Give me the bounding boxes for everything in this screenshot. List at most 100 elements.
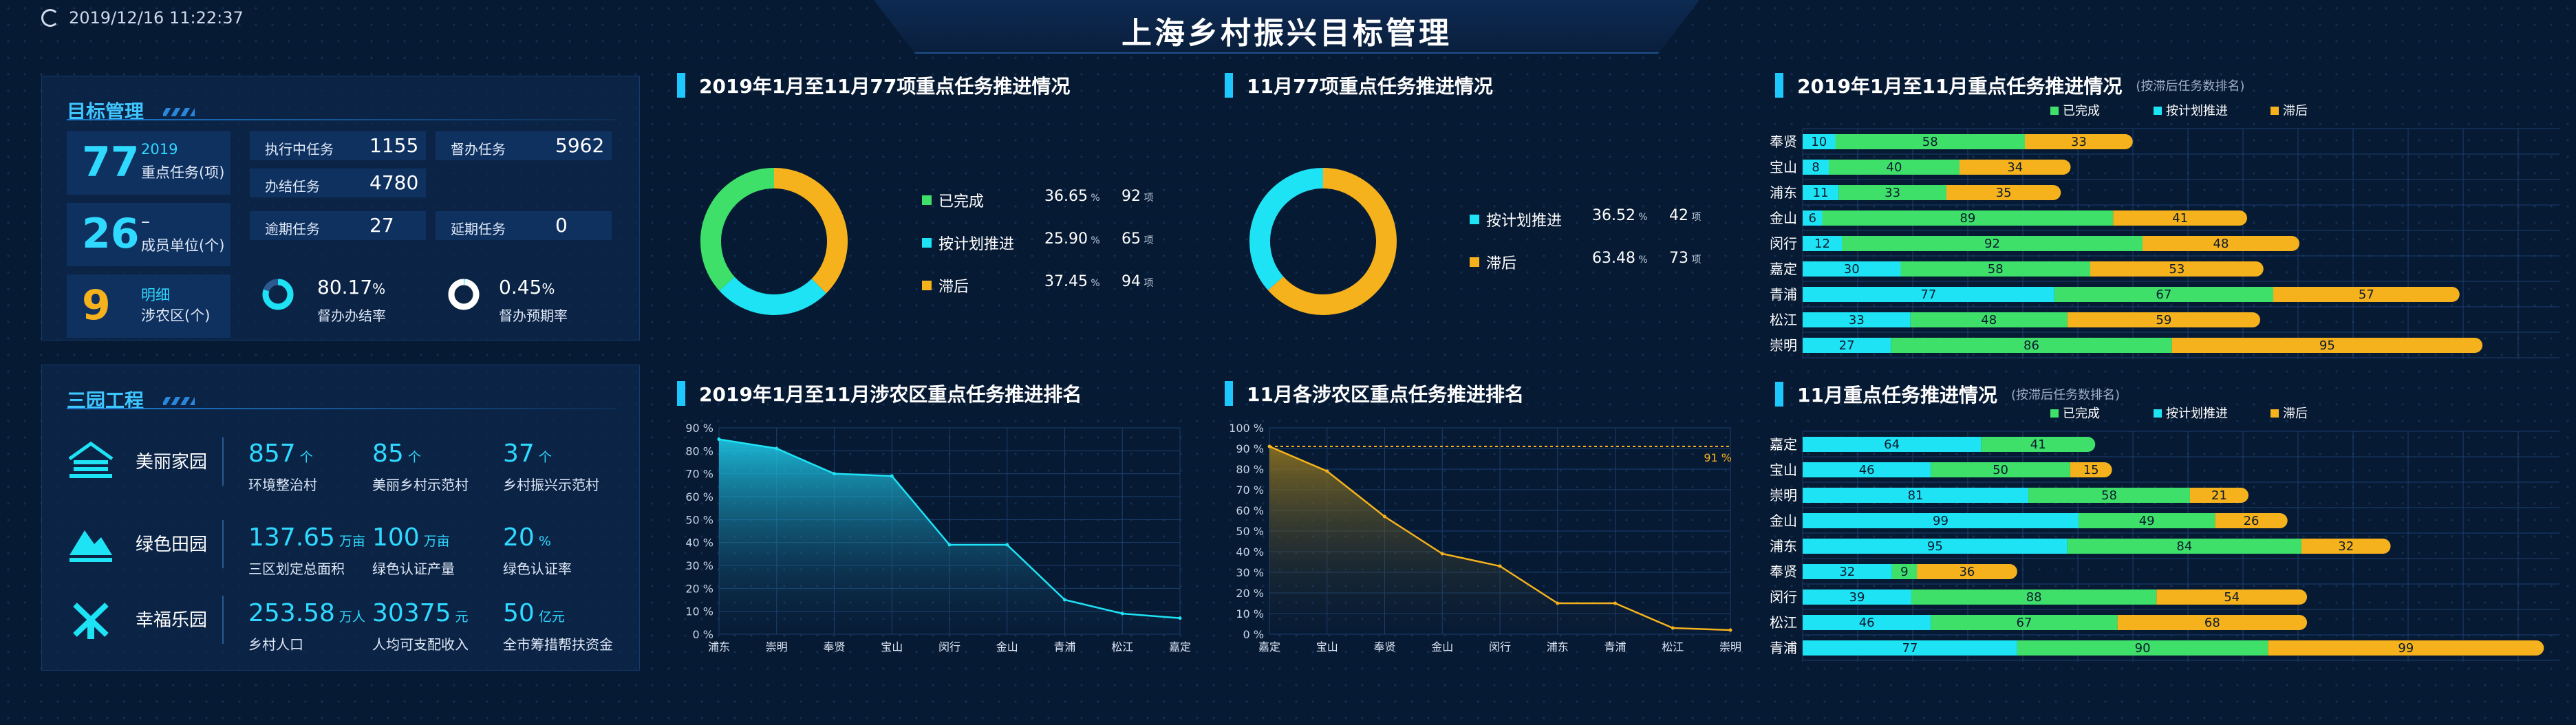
x-tick-label: 闵行: [1489, 640, 1511, 653]
bar-value: 81: [1908, 488, 1924, 503]
donut1-title: 2019年1月至11月77项重点任务推进情况: [677, 72, 1070, 99]
legend-swatch: [2154, 409, 2162, 418]
legend-swatch: [2050, 409, 2059, 418]
tasks-count: 77: [82, 138, 140, 186]
y-tick-label: 50 %: [685, 513, 713, 526]
executing-box: 执行中任务 1155: [250, 131, 426, 160]
y-tick-label: 0 %: [1243, 628, 1264, 641]
metric-value: 137.65 万亩: [248, 523, 365, 552]
title-stripes: [163, 108, 195, 116]
bar-value: 36: [1959, 565, 1975, 579]
legend-percent: 25.90 %: [1044, 230, 1100, 248]
divider: [222, 596, 224, 644]
warn-rate-ring: [448, 279, 480, 310]
legend-swatch: [1470, 257, 1479, 267]
row-label: 浦东: [1770, 184, 1797, 201]
bar-value: 59: [2156, 313, 2171, 327]
legend-count: 65 项: [1121, 230, 1154, 248]
data-point: [1613, 601, 1617, 605]
refresh-icon[interactable]: [41, 9, 59, 27]
executing-value: 1155: [369, 134, 419, 157]
data-point: [775, 446, 779, 451]
data-point: [1728, 628, 1732, 632]
data-point: [1325, 469, 1329, 473]
legend-swatch: [1470, 215, 1479, 224]
legend-swatch: [2271, 409, 2279, 418]
datetime: 2019/12/16 11:22:37: [41, 8, 244, 28]
legend-swatch: [2271, 107, 2279, 115]
sanyuan-row-name: 绿色田园: [136, 534, 208, 555]
sanyuan-row-name: 幸福乐园: [136, 610, 208, 631]
row-label: 青浦: [1770, 640, 1797, 656]
goal-panel: 目标管理 77 2019 重点任务(项) 26 – 成员单位(个) 9 明细 涉…: [41, 76, 640, 340]
x-tick-label: 嘉定: [1169, 640, 1191, 653]
divider: [222, 437, 224, 486]
legend-label: 按计划推进: [2166, 104, 2228, 118]
bar-value: 11: [1813, 186, 1829, 200]
data-point: [890, 474, 894, 478]
metric-value: 20%: [503, 523, 551, 552]
metric-unit: 万亩: [423, 534, 450, 549]
warn-rate-value: 0.45%: [499, 276, 555, 299]
bar-value: 99: [1933, 514, 1949, 528]
y-tick-label: 20 %: [685, 582, 713, 595]
metric-unit: 元: [455, 609, 469, 625]
legend-label: 已完成: [2063, 104, 2100, 118]
districts-detail-link[interactable]: 明细: [141, 284, 170, 305]
tasks-label: 重点任务(项): [141, 164, 225, 181]
legend-label: 已完成: [938, 193, 985, 210]
donut2-chart: [1249, 168, 1397, 315]
y-tick-label: 0 %: [693, 628, 713, 641]
overdue-box: 逾期任务 27: [250, 211, 426, 240]
bar-value: 84: [2176, 539, 2192, 554]
metric-number: 253.58: [248, 599, 335, 627]
y-tick-label: 90 %: [1236, 442, 1264, 455]
title-underline: [67, 408, 617, 409]
x-tick-label: 金山: [1431, 640, 1453, 653]
bar-value: 34: [2007, 160, 2023, 175]
metric-desc: 绿色认证产量: [372, 561, 455, 577]
hbar1-chart: 已完成 按计划推进 滞后奉贤 10 58 33 宝山 8 40 34 浦东 11 33 35 金山 6 89 41…: [1770, 104, 2559, 359]
house-icon: [68, 441, 114, 478]
data-point: [1005, 543, 1009, 547]
legend-count: 92 项: [1121, 188, 1154, 205]
x-tick-label: 宝山: [881, 640, 903, 653]
divider: [222, 520, 224, 568]
legend-label: 按计划推进: [1486, 213, 1563, 230]
legend-count: 42 项: [1669, 207, 1702, 224]
legend-swatch: [922, 195, 932, 205]
bar-value: 54: [2224, 590, 2240, 605]
y-tick-label: 70 %: [685, 468, 713, 481]
legend-count: 94 项: [1121, 273, 1154, 290]
legend-label: 已完成: [2063, 407, 2100, 421]
metric-unit: 个: [299, 450, 313, 465]
legend-item: 已完成: [922, 189, 984, 211]
donut-segment: [1249, 168, 1324, 290]
data-point: [1383, 515, 1386, 519]
metric-desc: 环境整治村: [248, 477, 317, 493]
metric-number: 20: [503, 523, 535, 552]
close-rate-value: 80.17%: [317, 276, 386, 299]
donut-segment: [700, 168, 775, 291]
bar-value: 50: [1993, 463, 2008, 477]
bar-value: 53: [2169, 262, 2185, 277]
hbar1-title: 2019年1月至11月重点任务推进情况 (按滞后任务数排名): [1775, 72, 2244, 99]
data-point: [1120, 612, 1124, 616]
bar-value: 21: [2211, 488, 2227, 503]
bar-value: 41: [2030, 437, 2046, 452]
close-rate-label: 督办办结率: [317, 307, 386, 324]
y-tick-label: 40 %: [685, 537, 713, 550]
x-tick-label: 青浦: [1053, 640, 1075, 653]
row-label: 崇明: [1770, 337, 1797, 354]
bar-value: 58: [1988, 262, 2004, 277]
y-tick-label: 30 %: [685, 559, 713, 572]
metric-value: 253.58 万人: [248, 599, 365, 627]
data-point: [1671, 626, 1675, 630]
metric-unit: 个: [407, 450, 421, 465]
overdue-value: 27: [369, 214, 394, 237]
hbar2-chart: 已完成 按计划推进 滞后嘉定 64 41 宝山 46 50 15 崇明 81 58 21 金山 99 49 26…: [1770, 407, 2559, 662]
bar-value: 9: [1900, 565, 1908, 579]
row-label: 奉贤: [1770, 563, 1797, 580]
legend-count: 73 项: [1669, 250, 1702, 267]
area2-title: 11月各涉农区重点任务推进排名: [1225, 380, 1524, 407]
